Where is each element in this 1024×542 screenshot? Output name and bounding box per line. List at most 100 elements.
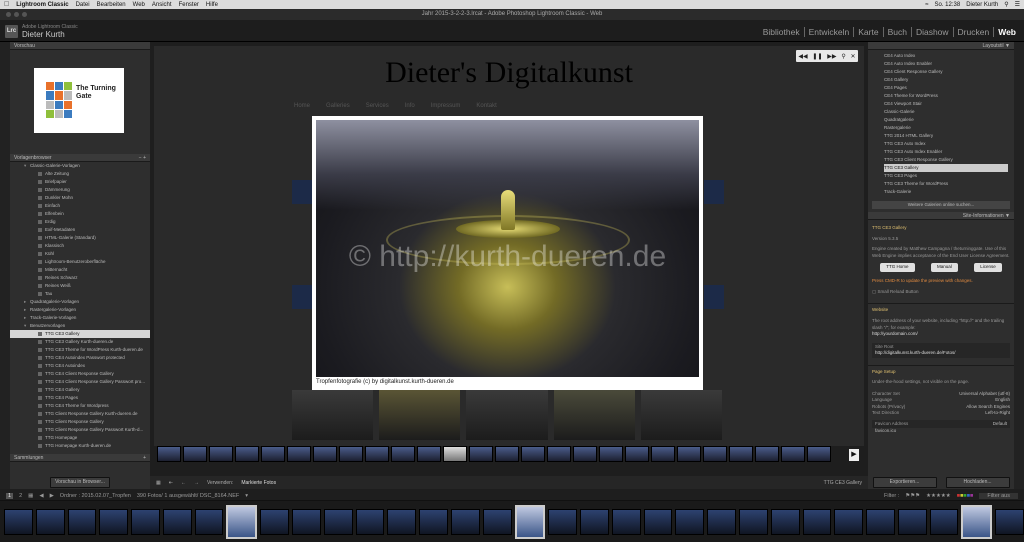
manual-button[interactable]: Manual — [930, 263, 958, 272]
menu-list-icon[interactable]: ☰ — [1015, 1, 1020, 8]
filmstrip-thumb[interactable] — [738, 508, 768, 535]
layout-style-item[interactable]: CE4 Theme for WordPress — [884, 92, 1014, 100]
layout-style-item[interactable]: CE4 Gallery — [884, 76, 1014, 84]
more-galleries-button[interactable]: Weitere Galerien online suchen... — [872, 201, 1010, 209]
strip-thumb[interactable] — [365, 446, 389, 462]
template-item[interactable]: HTML-Galerie (Standard) — [10, 234, 150, 242]
strip-thumb[interactable] — [677, 446, 701, 462]
strip-next-icon[interactable]: ▶ — [849, 449, 859, 461]
template-item[interactable]: TTG CE4 Client Response Gallery — [10, 370, 150, 378]
strip-thumb[interactable] — [443, 446, 467, 462]
strip-thumb[interactable] — [651, 446, 675, 462]
layout-style-item[interactable]: Classic-Galerie — [884, 108, 1014, 116]
lightbox-photo[interactable]: © http://kurth-dueren.de — [316, 120, 699, 377]
filmstrip-thumb[interactable] — [482, 508, 512, 535]
license-button[interactable]: License — [974, 263, 1002, 272]
search-icon[interactable]: ⚲ — [1004, 1, 1008, 8]
nav-kontakt[interactable]: Kontakt — [476, 103, 496, 109]
template-item[interactable]: TTG CE4 Autoindex Passwort protected — [10, 354, 150, 362]
window-2-button[interactable]: 2 — [19, 493, 22, 499]
layout-style-item[interactable]: TTG CE3 Auto Index Enabler — [884, 148, 1014, 156]
strip-thumb[interactable] — [495, 446, 519, 462]
template-folder[interactable]: ▾ Benutzervorlagen — [10, 322, 150, 330]
strip-thumb[interactable] — [781, 446, 805, 462]
template-item[interactable]: Briefpapier — [10, 178, 150, 186]
filmstrip-thumb[interactable] — [961, 504, 993, 539]
strip-thumb[interactable] — [807, 446, 831, 462]
template-item[interactable]: Dämmerung — [10, 186, 150, 194]
color-filter-icon[interactable]: ■■■■■ — [957, 493, 974, 499]
clock[interactable]: So. 12:38 — [935, 2, 961, 8]
strip-thumb[interactable] — [417, 446, 441, 462]
menubar-user[interactable]: Dieter Kurth — [966, 2, 998, 8]
menubar-app-name[interactable]: Lightroom Classic — [16, 2, 68, 8]
strip-thumb[interactable] — [703, 446, 727, 462]
filmstrip-thumb[interactable] — [866, 508, 895, 535]
grid-view-icon[interactable]: ▦ — [156, 480, 161, 486]
menu-ansicht[interactable]: Ansicht — [152, 2, 172, 8]
filter-dropdown[interactable]: Filter aus — [979, 493, 1018, 499]
strip-thumb[interactable] — [391, 446, 415, 462]
template-folder[interactable]: ▸ Rastergalerie-Vorlagen — [10, 306, 150, 314]
gallery-thumb[interactable] — [704, 285, 724, 309]
site-root-field[interactable]: Site Root http://digitalkunst.kurth-duer… — [872, 342, 1010, 358]
zoom-window-icon[interactable] — [22, 12, 27, 17]
template-item[interactable]: TTG CE3 Gallery — [10, 330, 150, 338]
template-item[interactable]: Mitternacht — [10, 266, 150, 274]
template-item[interactable]: TTG Homepage Kurth-dueren.de — [10, 442, 150, 450]
setting-row[interactable]: Text Direction Left-to-Right — [872, 410, 1010, 417]
layout-style-item[interactable]: TTG CE3 Theme for WordPress — [884, 180, 1014, 188]
menu-web[interactable]: Web — [133, 2, 145, 8]
template-item[interactable]: TTG Client Response Gallery — [10, 418, 150, 426]
filmstrip-thumb[interactable] — [611, 508, 641, 535]
filmstrip-thumb[interactable] — [770, 508, 800, 535]
strip-thumb[interactable] — [573, 446, 597, 462]
template-item[interactable]: Dunkler Mohn — [10, 194, 150, 202]
template-folder[interactable]: ▸ Track-Galerie-Vorlagen — [10, 314, 150, 322]
grid-icon[interactable]: ▦ — [28, 493, 33, 499]
gallery-thumb[interactable] — [292, 390, 374, 440]
layout-style-item[interactable]: CE4 Client Response Gallery — [884, 68, 1014, 76]
strip-thumb[interactable] — [755, 446, 779, 462]
nav-next-icon[interactable]: → — [194, 480, 199, 486]
template-item[interactable]: TTG CE4 Theme for Wordpress — [10, 402, 150, 410]
close-window-icon[interactable] — [6, 12, 11, 17]
strip-thumb[interactable] — [339, 446, 363, 462]
template-item[interactable]: TTG Homepage — [10, 434, 150, 442]
minimize-window-icon[interactable] — [14, 12, 19, 17]
module-karte[interactable]: Karte — [854, 27, 884, 37]
template-item[interactable]: Tau — [10, 290, 150, 298]
layout-style-item[interactable]: CE4 Auto Index — [884, 52, 1014, 60]
strip-thumb[interactable] — [521, 446, 545, 462]
zoom-icon[interactable]: ⚲ — [841, 53, 845, 60]
favicon-field[interactable]: Favicon Address Default — [872, 419, 1010, 428]
strip-thumb[interactable] — [235, 446, 259, 462]
template-item[interactable]: Einfach — [10, 202, 150, 210]
filmstrip-thumb[interactable] — [387, 508, 417, 535]
next-icon[interactable]: ▶▶ — [827, 53, 836, 60]
filmstrip-thumb[interactable] — [929, 508, 959, 535]
filmstrip-thumb[interactable] — [323, 508, 353, 535]
module-buch[interactable]: Buch — [884, 27, 912, 37]
filmstrip-thumb[interactable] — [707, 508, 736, 535]
back-icon[interactable]: ◀ — [39, 493, 43, 499]
filmstrip-thumb[interactable] — [450, 508, 480, 535]
forward-icon[interactable]: ▶ — [50, 493, 54, 499]
gallery-thumb[interactable] — [292, 180, 312, 204]
pause-icon[interactable]: ❚❚ — [812, 53, 822, 60]
template-item[interactable]: Klassisch — [10, 242, 150, 250]
filmstrip-thumb[interactable] — [897, 508, 927, 535]
filmstrip-thumb[interactable] — [99, 508, 129, 535]
filmstrip-thumb[interactable] — [226, 504, 258, 539]
apple-icon[interactable]:  — [4, 1, 9, 8]
layout-style-item[interactable]: TTG CE3 Client Response Gallery — [884, 156, 1014, 164]
flag-filter-icon[interactable]: ⚑⚑⚑ — [905, 493, 920, 499]
module-bibliothek[interactable]: Bibliothek — [759, 27, 805, 37]
strip-thumb[interactable] — [313, 446, 337, 462]
filmstrip-thumb[interactable] — [131, 508, 160, 535]
layout-style-item[interactable]: CE4 Pages — [884, 84, 1014, 92]
template-item[interactable]: TTG CE4 Client Response Gallery Passwort… — [10, 378, 150, 386]
template-item[interactable]: Exif-Metadaten — [10, 226, 150, 234]
layout-style-item[interactable]: TTG CE3 Gallery — [884, 164, 1008, 172]
strip-thumb[interactable] — [183, 446, 207, 462]
